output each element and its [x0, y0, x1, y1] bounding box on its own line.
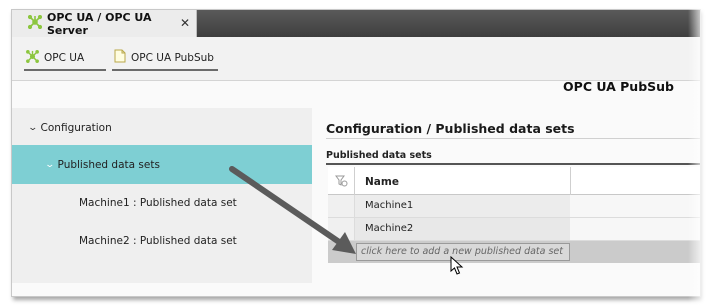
- table-cell-name: Machine2: [365, 223, 414, 234]
- nav-item-label: Configuration: [40, 122, 112, 134]
- page-title: OPC UA PubSub: [563, 79, 674, 94]
- row-selector[interactable]: [328, 195, 355, 217]
- filter-icon[interactable]: [328, 167, 355, 195]
- column-header-name[interactable]: Name: [365, 176, 399, 188]
- network-node-icon: [26, 49, 39, 66]
- row-selector[interactable]: [328, 218, 355, 240]
- toolbar: OPC UA OPC UA PubSub: [12, 37, 700, 81]
- nav-item-label: Machine1 : Published data set: [79, 197, 237, 209]
- add-row: click here to add a new published data s…: [328, 241, 700, 263]
- tab-title: OPC UA / OPC UA Server: [47, 10, 152, 37]
- table-cell-name: Machine1: [365, 200, 414, 211]
- chevron-down-icon: ⌄: [44, 159, 56, 170]
- opc-ua-label: OPC UA: [44, 51, 85, 64]
- close-icon[interactable]: ✕: [180, 16, 190, 30]
- navigation-tree: ⌄ Configuration ⌄ Published data sets Ma…: [12, 108, 312, 283]
- grid-header: Name: [328, 167, 700, 195]
- nav-item-published-data-sets[interactable]: ⌄ Published data sets: [12, 145, 312, 184]
- divider: [326, 163, 700, 165]
- nav-item-label: Machine2 : Published data set: [79, 235, 237, 247]
- grid-caption: Published data sets: [326, 150, 432, 161]
- section-title: Configuration / Published data sets: [326, 121, 575, 136]
- page-edge: [688, 0, 715, 307]
- nav-item-machine1[interactable]: Machine1 : Published data set: [79, 197, 237, 209]
- tab-bar: OPC UA / OPC UA Server ✕: [12, 10, 700, 37]
- opc-ua-pubsub-label: OPC UA PubSub: [131, 51, 214, 64]
- application-window: OPC UA / OPC UA Server ✕ OPC UA OPC UA P…: [11, 9, 701, 297]
- tab-opc-ua-server[interactable]: OPC UA / OPC UA Server ✕: [12, 10, 197, 37]
- divider: [326, 138, 700, 139]
- opc-ua-pubsub-button[interactable]: OPC UA PubSub: [112, 49, 218, 71]
- chevron-down-icon: ⌄: [27, 123, 39, 133]
- nav-item-machine2[interactable]: Machine2 : Published data set: [79, 235, 237, 247]
- table-row[interactable]: Machine1: [328, 195, 700, 218]
- nav-item-label: Published data sets: [57, 158, 160, 171]
- table-row[interactable]: Machine2: [328, 218, 700, 241]
- column-separator: [570, 167, 571, 195]
- opc-ua-button[interactable]: OPC UA: [24, 49, 106, 71]
- published-data-sets-grid: Name Machine1 Machine2 click here to add…: [328, 167, 700, 263]
- nav-item-configuration[interactable]: ⌄ Configuration: [27, 121, 112, 135]
- mouse-cursor-icon: [450, 255, 464, 280]
- document-icon: [114, 49, 126, 66]
- network-node-icon: [27, 14, 43, 33]
